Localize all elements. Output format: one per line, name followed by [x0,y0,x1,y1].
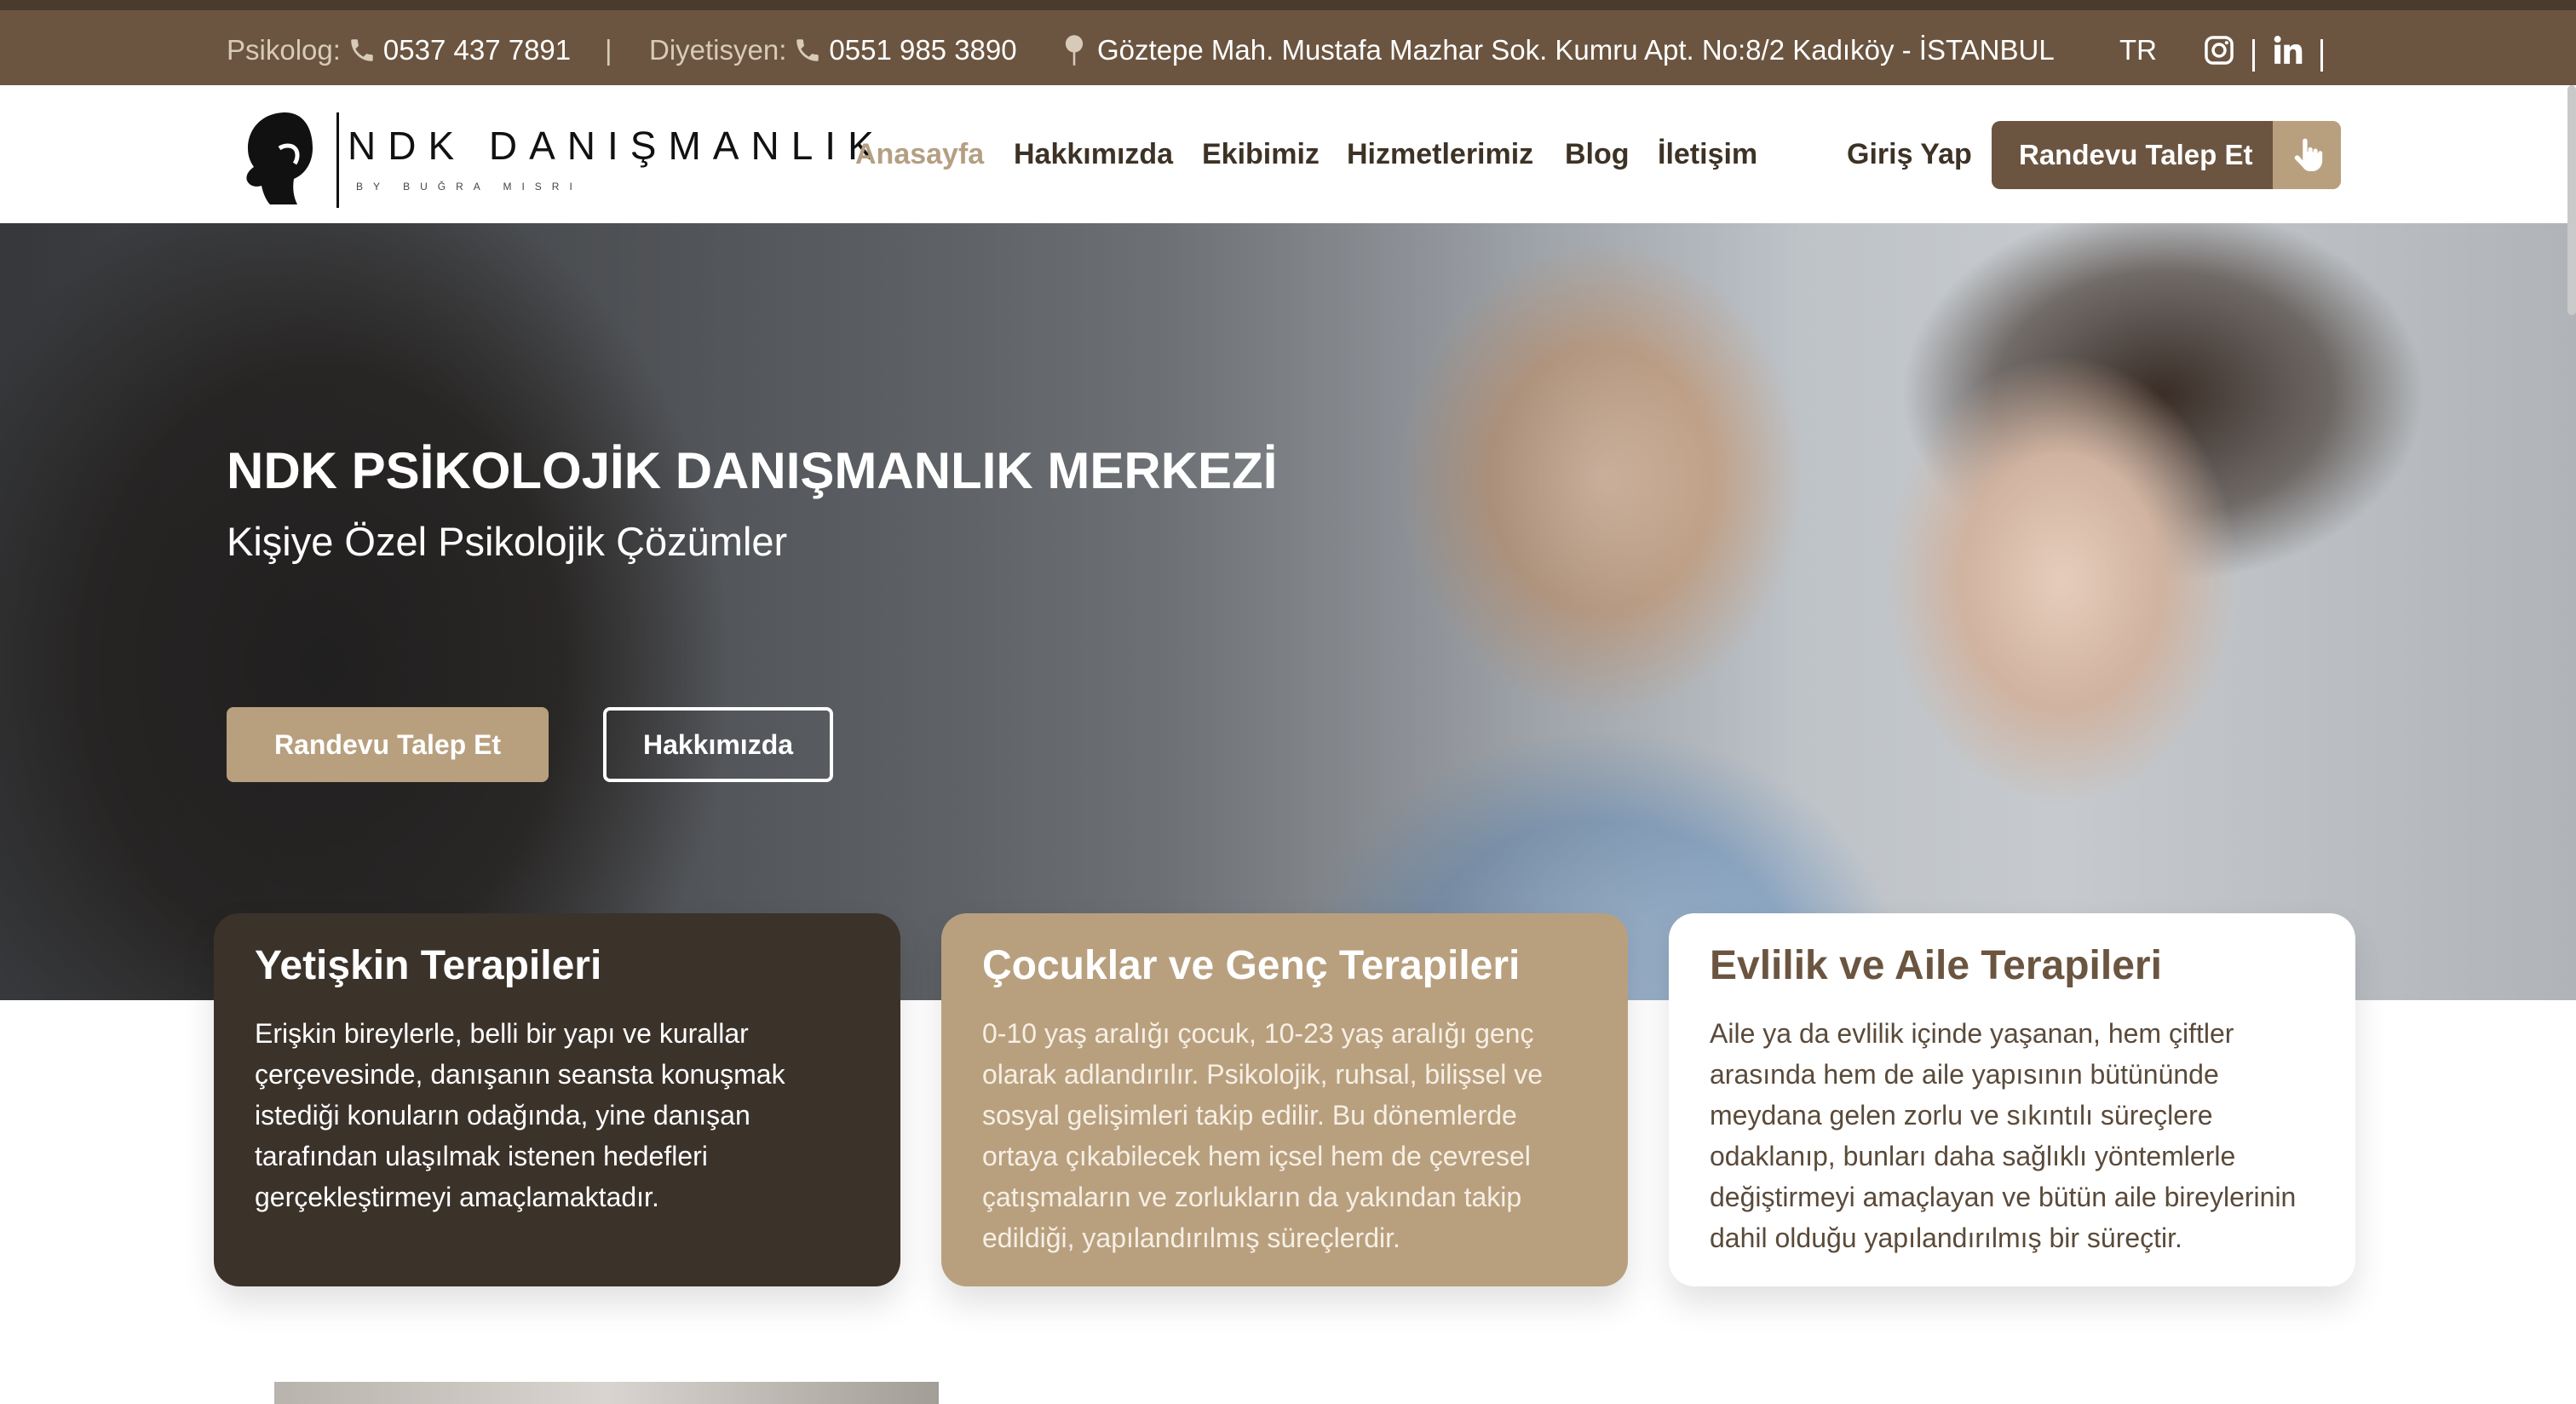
logo-subtext: BY BUĞRA MISRI [356,181,583,193]
nav-iletisim[interactable]: İletişim [1658,138,1757,171]
instagram-icon[interactable] [2203,31,2235,70]
service-card-text: Aile ya da evlilik içinde yaşanan, hem ç… [1710,1018,2297,1253]
login-link[interactable]: Giriş Yap [1847,138,1972,171]
diyetisyen-contact[interactable]: Diyetisyen: 0551 985 3890 [649,31,1017,70]
psikolog-phone[interactable]: 0537 437 7891 [383,34,571,66]
topbar-separator: | [605,34,612,66]
service-card-children[interactable]: Çocuklar ve Genç Terapileri 0-10 yaş ara… [941,913,1628,1286]
appointment-button-label: Randevu Talep Et [2019,139,2253,170]
nav-ekibimiz[interactable]: Ekibimiz [1202,138,1320,171]
hero-about-button[interactable]: Hakkımızda [603,707,833,782]
top-info-bar: Psikolog: 0537 437 7891 | Diyetisyen: 05… [0,0,2576,85]
site-logo[interactable]: NDK DANIŞMANLIK BY BUĞRA MISRI [239,106,874,208]
nav-hakkimizda[interactable]: Hakkımızda [1014,138,1173,171]
address-text: Göztepe Mah. Mustafa Mazhar Sok. Kumru A… [1097,34,2055,66]
linkedin-icon[interactable] [2271,31,2305,70]
appointment-button[interactable]: Randevu Talep Et [1992,121,2341,189]
section-image-partial [274,1382,939,1404]
psikolog-label: Psikolog: [227,34,341,66]
language-label: TR [2119,34,2157,66]
social-divider [2320,39,2323,72]
address[interactable]: Göztepe Mah. Mustafa Mazhar Sok. Kumru A… [1063,31,2055,70]
nav-anasayfa[interactable]: Anasayfa [855,138,984,171]
language-switch[interactable]: TR [2119,31,2157,70]
psikolog-contact[interactable]: Psikolog: 0537 437 7891 [227,31,571,70]
main-header: NDK DANIŞMANLIK BY BUĞRA MISRI Anasayfa … [0,85,2576,223]
service-card-text: Erişkin bireylerle, belli bir yapı ve ku… [255,1018,785,1212]
diyetisyen-label: Diyetisyen: [649,34,787,66]
phone-icon [793,36,822,65]
hero-appointment-button[interactable]: Randevu Talep Et [227,707,549,782]
nav-blog[interactable]: Blog [1565,138,1630,171]
diyetisyen-phone[interactable]: 0551 985 3890 [829,34,1016,66]
service-card-title: Çocuklar ve Genç Terapileri [982,943,1521,988]
service-card-title: Yetişkin Terapileri [255,943,602,988]
nav-hizmetlerimiz[interactable]: Hizmetlerimiz [1347,138,1533,171]
pointer-hand-icon [2273,121,2341,189]
hero-title: NDK PSİKOLOJİK DANIŞMANLIK MERKEZİ [227,442,1278,499]
phone-icon [348,36,377,65]
page-scrollbar[interactable] [2567,85,2576,315]
map-pin-icon [1063,34,1085,66]
service-card-text: 0-10 yaş aralığı çocuk, 10-23 yaş aralığ… [982,1018,1544,1253]
service-card-title: Evlilik ve Aile Terapileri [1710,943,2162,988]
logo-text: NDK DANIŞMANLIK [348,124,886,168]
hero-banner: NDK PSİKOLOJİK DANIŞMANLIK MERKEZİ Kişiy… [0,223,2576,1000]
hero-subtitle: Kişiye Özel Psikolojik Çözümler [227,519,788,564]
social-divider [2252,39,2255,72]
logo-divider [336,112,339,208]
hero-overlay [0,223,2576,1000]
head-silhouette-icon [246,112,313,204]
service-card-adult[interactable]: Yetişkin Terapileri Erişkin bireylerle, … [214,913,900,1286]
service-card-family[interactable]: Evlilik ve Aile Terapileri Aile ya da ev… [1669,913,2355,1286]
